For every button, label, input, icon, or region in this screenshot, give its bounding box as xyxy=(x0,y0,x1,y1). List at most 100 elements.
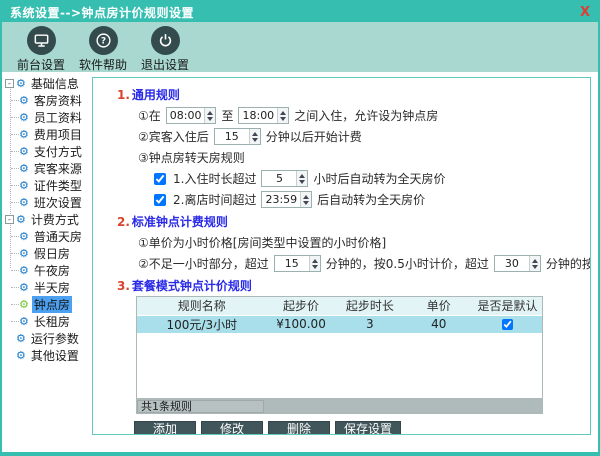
table-row[interactable]: 100元/3小时 ¥100.00 3 40 xyxy=(137,315,542,333)
title-bar: 系统设置-->钟点房计价规则设置 X xyxy=(2,2,598,22)
settings-window: 系统设置-->钟点房计价规则设置 X 前台设置 ? 软件帮助 退出设置 xyxy=(0,0,600,456)
gear-icon: ⚙ xyxy=(19,129,29,140)
gear-icon: ⚙ xyxy=(19,95,29,106)
convert-by-duration-rule: 1.入住时长超过 5 小时后自动转为全天房价 xyxy=(154,168,590,189)
gear-icon: ⚙ xyxy=(19,180,29,191)
tree-item-basic-info[interactable]: - ⚙ 基础信息 xyxy=(5,75,92,92)
tree-item-billing-methods[interactable]: - ⚙ 计费方式 xyxy=(5,211,92,228)
software-help-button[interactable]: ? 软件帮助 xyxy=(80,26,126,73)
gear-icon: ⚙ xyxy=(19,163,29,174)
save-settings-button[interactable]: 保存设置 xyxy=(335,421,401,435)
close-icon[interactable]: X xyxy=(580,6,590,19)
checkin-from-time-input[interactable]: 08:00 xyxy=(166,107,217,124)
modify-button[interactable]: 修改 xyxy=(201,421,263,435)
section-standard-hourly-heading: 2.标准钟点计费规则 xyxy=(117,213,590,230)
base-duration-cell: 3 xyxy=(335,315,404,333)
tree-item-payment-methods[interactable]: ⚙ 支付方式 xyxy=(5,143,92,160)
selected-tree-item-label: 钟点房 xyxy=(32,296,72,313)
gear-icon: ⚙ xyxy=(19,316,29,327)
partial-hour-rule: ②不足一小时部分，超过 15 分钟的，按0.5小时计价，超过 30 分钟的按照1… xyxy=(138,253,590,274)
tree-item-other-settings[interactable]: - ⚙ 其他设置 xyxy=(5,347,92,364)
tree-item-room-data[interactable]: ⚙ 客房资料 xyxy=(5,92,92,109)
gear-icon: ⚙ xyxy=(16,350,26,361)
rule-name-cell: 100元/3小时 xyxy=(137,315,267,333)
billing-delay-minutes-input[interactable]: 15 xyxy=(214,128,261,145)
hourly-to-day-rule-label: ③钟点房转天房规则 xyxy=(138,147,590,168)
column-header: 起步价 xyxy=(267,297,336,315)
exit-settings-button[interactable]: 退出设置 xyxy=(142,26,188,73)
tree-item-midnight-room[interactable]: ⚙ 午夜房 xyxy=(5,262,92,279)
checkin-time-range-rule: ①在 08:00 至 18:00 之间入住，允许设为钟点房 xyxy=(138,105,590,126)
tree-item-half-day-room[interactable]: ⚙ 半天房 xyxy=(5,279,92,296)
gear-icon: ⚙ xyxy=(19,248,29,259)
window-title: 系统设置-->钟点房计价规则设置 xyxy=(10,4,194,21)
convert-hours-input[interactable]: 5 xyxy=(261,170,308,187)
column-header: 起步时长 xyxy=(335,297,404,315)
tree-item-run-params[interactable]: - ⚙ 运行参数 xyxy=(5,330,92,347)
spinner-arrows-icon[interactable] xyxy=(296,171,307,186)
gear-icon: ⚙ xyxy=(19,112,29,123)
svg-text:?: ? xyxy=(100,37,105,47)
gear-icon: ⚙ xyxy=(16,333,26,344)
package-rules-table: 规则名称 起步价 起步时长 单价 是否是默认 100元/3小时 ¥100.00 xyxy=(137,297,542,333)
is-default-checkbox[interactable] xyxy=(502,319,513,330)
collapse-toggle-icon[interactable]: - xyxy=(5,215,14,224)
monitor-icon xyxy=(27,26,56,55)
tree-item-guest-sources[interactable]: ⚙ 宾客来源 xyxy=(5,160,92,177)
front-desk-settings-button[interactable]: 前台设置 xyxy=(18,26,64,73)
is-default-cell xyxy=(473,315,542,333)
help-icon: ? xyxy=(89,26,118,55)
action-button-row: 添加 修改 删除 保存设置 xyxy=(134,421,590,435)
spinner-arrows-icon[interactable] xyxy=(204,108,215,123)
section-general-rules-heading: 1.通用规则 xyxy=(117,86,590,103)
convert-checkout-time-input[interactable]: 23:59 xyxy=(261,191,312,208)
gear-icon: ⚙ xyxy=(19,282,29,293)
tool-label: 前台设置 xyxy=(17,56,65,73)
column-header: 规则名称 xyxy=(137,297,267,315)
spinner-arrows-icon[interactable] xyxy=(529,256,540,271)
tree-item-fee-items[interactable]: ⚙ 费用项目 xyxy=(5,126,92,143)
tool-label: 退出设置 xyxy=(141,56,189,73)
spinner-arrows-icon[interactable] xyxy=(277,108,288,123)
add-button[interactable]: 添加 xyxy=(134,421,196,435)
checkin-to-time-input[interactable]: 18:00 xyxy=(238,107,289,124)
half-hour-threshold-input[interactable]: 15 xyxy=(274,255,321,272)
column-header: 是否是默认 xyxy=(473,297,542,315)
section-package-mode-heading: 3.套餐模式钟点计价规则 xyxy=(117,277,590,294)
table-header-row: 规则名称 起步价 起步时长 单价 是否是默认 xyxy=(137,297,542,315)
body-area: - ⚙ 基础信息 ⚙ 客房资料 ⚙ 员工资料 ⚙ 费用项目 ⚙ xyxy=(2,72,598,452)
spinner-arrows-icon[interactable] xyxy=(300,192,311,207)
base-price-cell: ¥100.00 xyxy=(267,315,336,333)
column-header: 单价 xyxy=(404,297,473,315)
power-icon xyxy=(151,26,180,55)
gear-icon: ⚙ xyxy=(16,78,26,89)
collapse-toggle-icon[interactable]: - xyxy=(5,79,14,88)
tree-item-id-types[interactable]: ⚙ 证件类型 xyxy=(5,177,92,194)
tree-item-hourly-room[interactable]: ⚙ 钟点房 xyxy=(5,296,92,313)
package-rules-table-zone: 规则名称 起步价 起步时长 单价 是否是默认 100元/3小时 ¥100.00 xyxy=(136,296,543,414)
tree-item-normal-day-room[interactable]: ⚙ 普通天房 xyxy=(5,228,92,245)
unit-price-rule: ①单价为小时价格[房间类型中设置的小时价格] xyxy=(138,232,590,253)
delete-button[interactable]: 删除 xyxy=(268,421,330,435)
full-hour-threshold-input[interactable]: 30 xyxy=(494,255,541,272)
gear-icon: ⚙ xyxy=(19,146,29,157)
tree-item-staff-data[interactable]: ⚙ 员工资料 xyxy=(5,109,92,126)
sidebar-tree: - ⚙ 基础信息 ⚙ 客房资料 ⚙ 员工资料 ⚙ 费用项目 ⚙ xyxy=(2,72,92,452)
convert-by-checkout-checkbox[interactable] xyxy=(154,194,166,206)
tree-item-shift-settings[interactable]: ⚙ 班次设置 xyxy=(5,194,92,211)
tree-item-long-term-room[interactable]: ⚙ 长租房 xyxy=(5,313,92,330)
rule-count-status: 共1条规则 xyxy=(137,400,264,413)
content-panel: 1.通用规则 ①在 08:00 至 18:00 之间入住，允许设为钟点房 ②宾客… xyxy=(92,77,591,435)
gear-icon: ⚙ xyxy=(19,197,29,208)
gear-icon: ⚙ xyxy=(16,214,26,225)
gear-icon: ⚙ xyxy=(19,299,29,310)
billing-start-delay-rule: ②宾客入住后 15 分钟以后开始计费 xyxy=(138,126,590,147)
spinner-arrows-icon[interactable] xyxy=(249,129,260,144)
spinner-arrows-icon[interactable] xyxy=(309,256,320,271)
gear-icon: ⚙ xyxy=(19,231,29,242)
toolbar: 前台设置 ? 软件帮助 退出设置 xyxy=(2,22,598,72)
tree-item-holiday-room[interactable]: ⚙ 假日房 xyxy=(5,245,92,262)
tool-label: 软件帮助 xyxy=(79,56,127,73)
convert-by-duration-checkbox[interactable] xyxy=(154,173,166,185)
convert-by-checkout-time-rule: 2.离店时间超过 23:59 后自动转为全天房价 xyxy=(154,189,590,210)
